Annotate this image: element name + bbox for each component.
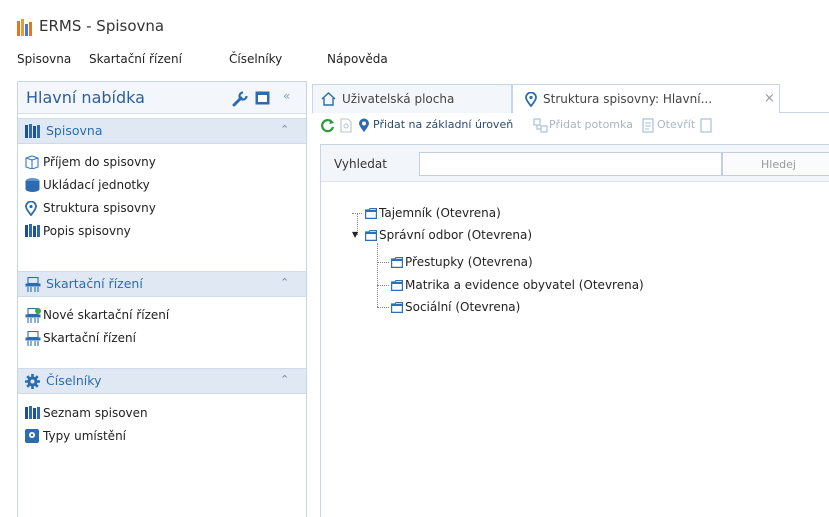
tree-connector [377, 243, 378, 307]
add-location-icon[interactable] [358, 118, 370, 133]
shredder-new-icon [25, 308, 41, 323]
gear-icon [25, 374, 40, 389]
tree-connector [377, 262, 389, 263]
app-title: ERMS - Spisovna [39, 17, 165, 35]
tree-node-label: Správní odbor (Otevrena) [379, 228, 533, 242]
section-skartacni-rizeni[interactable]: Skartační řízení ⌃ [18, 271, 306, 297]
open-icon[interactable] [642, 118, 655, 133]
wrench-icon[interactable] [232, 91, 248, 107]
document-search-icon[interactable] [340, 118, 353, 133]
sidebar-item-label: Nové skartační řízení [43, 308, 170, 322]
refresh-icon[interactable] [320, 118, 335, 133]
folder-icon [391, 280, 403, 291]
section-spisovna[interactable]: Spisovna ⌃ [18, 118, 306, 144]
app-logo-icon [17, 19, 32, 36]
sidebar-item-seznam-spisoven[interactable]: Seznam spisoven [18, 402, 306, 425]
menu-bar: Spisovna Skartační řízení Číselníky Nápo… [0, 46, 829, 72]
folder-icon [391, 302, 403, 313]
section-title-ciselniky: Číselníky [46, 373, 102, 388]
menu-spisovna[interactable]: Spisovna [17, 52, 71, 66]
sidebar-item-skartacni-rizeni[interactable]: Skartační řízení [18, 327, 306, 350]
sidebar: Hlavní nabídka « Spisovna ⌃ Příjem do sp… [17, 81, 307, 517]
section-ciselniky[interactable]: Číselníky ⌃ [18, 368, 306, 394]
tree-node-label: Matrika a evidence obyvatel (Otevrena) [405, 278, 644, 292]
sidebar-item-label: Příjem do spisovny [43, 155, 156, 169]
open-button[interactable]: Otevřít [657, 118, 695, 131]
collapse-triangle-icon[interactable]: ▼ [352, 230, 358, 239]
section-title-spisovna: Spisovna [46, 123, 103, 138]
menu-napoveda[interactable]: Nápověda [327, 52, 388, 66]
search-button[interactable]: Hledej [722, 152, 829, 176]
box-icon [25, 155, 39, 169]
title-bar: ERMS - Spisovna [0, 0, 829, 46]
tab-uzivatelska-plocha[interactable]: Uživatelská plocha [312, 84, 512, 113]
menu-ciselniky[interactable]: Číselníky [229, 52, 282, 66]
tree-connector [377, 285, 389, 286]
sidebar-item-nove-skartacni-rizeni[interactable]: Nové skartační řízení [18, 304, 306, 327]
shredder-icon [25, 331, 41, 346]
chevron-up-icon[interactable]: ⌃ [280, 276, 289, 289]
sidebar-item-label: Ukládací jednotky [43, 178, 150, 192]
location-pin-icon [25, 201, 37, 216]
tab-struktura-spisovny[interactable]: Struktura spisovny: Hlavní... × [512, 84, 780, 114]
books-icon [25, 406, 40, 419]
search-bar: Vyhledat Hledej [321, 145, 829, 182]
sidebar-item-label: Popis spisovny [43, 224, 131, 238]
sidebar-header: Hlavní nabídka « [18, 82, 306, 114]
home-icon [321, 92, 336, 106]
sidebar-item-label: Skartační řízení [43, 331, 136, 345]
folder-icon [365, 208, 377, 219]
search-input[interactable] [419, 152, 722, 176]
folder-icon [391, 257, 403, 268]
sidebar-title: Hlavní nabídka [26, 88, 145, 107]
folder-icon [365, 230, 377, 241]
sidebar-collapse-icon[interactable]: « [283, 89, 290, 103]
search-label: Vyhledat [334, 157, 387, 171]
place-type-icon [25, 429, 39, 443]
add-child-icon[interactable] [533, 118, 548, 133]
tab-label: Struktura spisovny: Hlavní... [543, 92, 713, 106]
tree-node-label: Sociální (Otevrena) [405, 300, 521, 314]
sidebar-item-struktura-spisovny[interactable]: Struktura spisovny [18, 197, 306, 220]
chevron-up-icon[interactable]: ⌃ [280, 123, 289, 136]
section-title-skartacni-rizeni: Skartační řízení [46, 276, 143, 291]
structure-tree: Tajemník (Otevrena) ▼ Správní odbor (Ote… [321, 182, 829, 517]
menu-skartacni-rizeni[interactable]: Skartační řízení [89, 52, 182, 66]
window-icon[interactable] [255, 91, 270, 105]
sidebar-item-label: Typy umístění [43, 429, 127, 443]
edit-icon[interactable] [700, 118, 713, 133]
sidebar-item-prijem[interactable]: Příjem do spisovny [18, 151, 306, 174]
add-child-button[interactable]: Přidat potomka [549, 118, 633, 131]
location-pin-icon [525, 92, 537, 107]
shredder-icon [25, 277, 41, 292]
tree-node-label: Přestupky (Otevrena) [405, 255, 533, 269]
chevron-up-icon[interactable]: ⌃ [280, 373, 289, 386]
toolbar: Přidat na základní úroveň Přidat potomka… [312, 113, 829, 139]
structure-panel: Vyhledat Hledej Tajemník (Otevrena) ▼ Sp… [320, 144, 829, 517]
add-root-button[interactable]: Přidat na základní úroveň [373, 118, 513, 131]
tab-strip: Uživatelská plocha Struktura spisovny: H… [312, 81, 829, 114]
sidebar-item-label: Struktura spisovny [43, 201, 156, 215]
books-icon [25, 224, 40, 237]
main-area: Uživatelská plocha Struktura spisovny: H… [312, 81, 829, 517]
tab-label: Uživatelská plocha [342, 92, 455, 106]
tree-node-label: Tajemník (Otevrena) [379, 206, 501, 220]
tree-connector [377, 307, 389, 308]
sidebar-item-label: Seznam spisoven [43, 406, 148, 420]
close-icon[interactable]: × [764, 91, 775, 106]
sidebar-item-popis-spisovny[interactable]: Popis spisovny [18, 220, 306, 243]
books-icon [25, 124, 40, 138]
cylinder-icon [25, 178, 40, 192]
sidebar-item-typy-umisteni[interactable]: Typy umístění [18, 425, 306, 448]
sidebar-item-ukladaci-jednotky[interactable]: Ukládací jednotky [18, 174, 306, 197]
